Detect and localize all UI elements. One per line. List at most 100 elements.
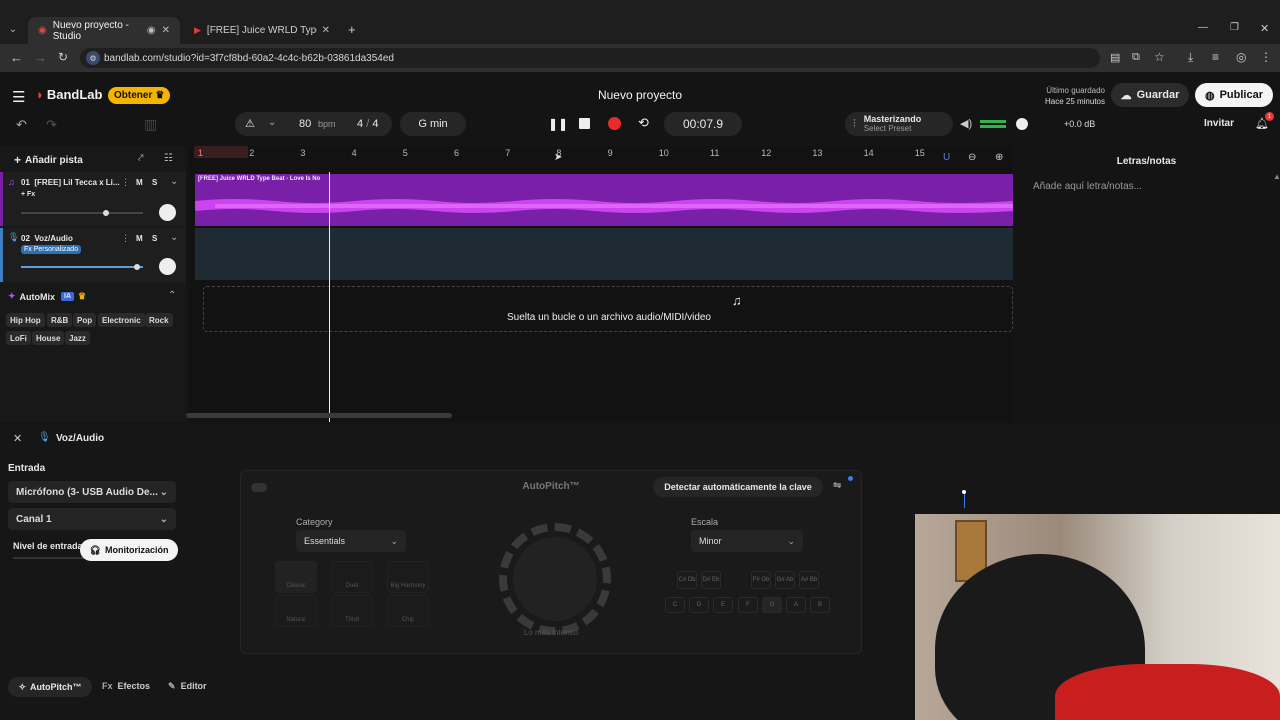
- tab-close-icon[interactable]: ✕: [322, 25, 330, 36]
- loop-icon[interactable]: ⟲: [638, 115, 649, 131]
- scale-select[interactable]: Minor ⌄: [691, 530, 803, 552]
- track-row-1[interactable]: ♫ 01 [FREE] Lil Tecca x Li... ⋮ M S ⌄ + …: [0, 172, 186, 226]
- audio-clip-beat[interactable]: [FREE] Juice WRLD Type Beat - Love Is No: [195, 174, 1013, 226]
- bpm-value[interactable]: 80: [299, 118, 311, 130]
- effect-big-harmony[interactable]: Big Harmony: [387, 561, 429, 593]
- piano-key[interactable]: G: [762, 597, 782, 613]
- track-volume-slider[interactable]: [21, 210, 143, 216]
- volume-handle[interactable]: [133, 264, 140, 270]
- horizontal-scrollbar[interactable]: [186, 413, 452, 418]
- sliders-icon[interactable]: ⇋: [833, 480, 841, 491]
- zoom-in-icon[interactable]: ⊕: [995, 152, 1003, 163]
- master-volume-slider[interactable]: [980, 118, 1042, 130]
- chevron-down-icon[interactable]: ⌄: [268, 117, 276, 128]
- time-signature[interactable]: 4 / 4: [357, 118, 378, 130]
- key-selector[interactable]: G min: [400, 112, 466, 136]
- tab-search-icon[interactable]: ⌄: [6, 22, 20, 36]
- download-icon[interactable]: ⤓: [1188, 50, 1193, 65]
- piano-key[interactable]: A: [786, 597, 806, 613]
- track-menu-icon[interactable]: ⋮: [121, 177, 130, 188]
- site-info-icon[interactable]: ⚙: [86, 51, 100, 65]
- menu-kebab-icon[interactable]: ⋮: [1260, 50, 1272, 64]
- tab-studio[interactable]: ◉ Nuevo proyecto - Studio ◉ ✕: [28, 17, 180, 44]
- mixer-icon[interactable]: ▥: [144, 116, 157, 133]
- category-select[interactable]: Essentials ⌄: [296, 530, 406, 552]
- genre-chip[interactable]: LoFi: [6, 331, 31, 345]
- tab-youtube[interactable]: ▶ [FREE] Juice WRLD Type Beat - ✕: [184, 17, 340, 44]
- automix-header[interactable]: ✦ AutoMix IA ♛: [8, 291, 86, 302]
- mute-button[interactable]: M: [136, 234, 143, 243]
- volume-handle[interactable]: [1016, 118, 1028, 130]
- effect-chip[interactable]: Chip: [387, 595, 429, 627]
- solo-button[interactable]: S: [152, 178, 157, 187]
- redo-icon[interactable]: ↷: [46, 117, 57, 133]
- timeline-ruler[interactable]: 1 2 3 4 5 6 7 8 9 10 11 12 13 14 15: [194, 144, 1013, 158]
- new-tab-icon[interactable]: +: [348, 22, 356, 37]
- tab-close-icon[interactable]: ✕: [162, 25, 170, 36]
- add-track-button[interactable]: + Añadir pista: [14, 153, 83, 167]
- track-menu-icon[interactable]: ⋮: [121, 233, 130, 244]
- effect-classic[interactable]: Classic: [275, 561, 317, 593]
- open-app-icon[interactable]: ⧉: [1132, 51, 1140, 64]
- effect-natural[interactable]: Natural: [275, 595, 317, 627]
- back-icon[interactable]: ←: [10, 50, 23, 65]
- invite-button[interactable]: Invitar: [1204, 118, 1234, 129]
- genre-chip[interactable]: R&B: [47, 313, 73, 327]
- effect-duet[interactable]: Duet: [331, 561, 373, 593]
- piano-key[interactable]: B: [810, 597, 830, 613]
- genre-chip[interactable]: Pop: [73, 313, 97, 327]
- hamburger-menu-icon[interactable]: ☰: [12, 88, 25, 106]
- piano-key[interactable]: E: [713, 597, 733, 613]
- piano-key[interactable]: C: [665, 597, 685, 613]
- mute-button[interactable]: M: [136, 178, 143, 187]
- piano-key[interactable]: A# Bb: [799, 571, 819, 589]
- profile-icon[interactable]: ◎: [1236, 50, 1246, 64]
- url-field[interactable]: ⚙ bandlab.com/studio?id=3f7cf8bd-60a2-4c…: [80, 48, 1100, 68]
- track-volume-slider[interactable]: [21, 264, 143, 270]
- snap-magnet-icon[interactable]: U: [943, 152, 950, 163]
- pan-knob[interactable]: [159, 204, 176, 221]
- piano-key[interactable]: F# Gb: [751, 571, 771, 589]
- pause-icon[interactable]: ❚❚: [548, 117, 568, 131]
- window-close-icon[interactable]: ✕: [1260, 22, 1269, 35]
- chevron-up-icon[interactable]: ⌃: [168, 290, 176, 301]
- drop-zone[interactable]: ♫ Suelta un bucle o un archivo audio/MID…: [203, 286, 1013, 332]
- playlist-icon[interactable]: ≡: [1212, 50, 1219, 64]
- piano-key[interactable]: D# Eb: [701, 571, 721, 589]
- undo-icon[interactable]: ↶: [16, 117, 27, 133]
- publish-button[interactable]: ◍ Publicar: [1195, 83, 1273, 107]
- monitoring-button[interactable]: 🎧︎ Monitorización: [80, 539, 178, 561]
- record-icon[interactable]: [608, 117, 621, 130]
- piano-key[interactable]: D: [689, 597, 709, 613]
- project-title[interactable]: Nuevo proyecto: [540, 88, 740, 102]
- pan-knob[interactable]: [159, 258, 176, 275]
- effect-third[interactable]: Third: [331, 595, 373, 627]
- piano-key[interactable]: G# Ab: [775, 571, 795, 589]
- reader-icon[interactable]: ▤: [1110, 51, 1120, 64]
- track-row-2[interactable]: 🎙︎ 02 Voz/Audio ⋮ M S ⌄ Fx Personalizado: [0, 228, 186, 282]
- solo-button[interactable]: S: [152, 234, 157, 243]
- close-panel-icon[interactable]: ✕: [13, 432, 22, 445]
- minimize-icon[interactable]: —: [1198, 22, 1208, 33]
- genre-chip[interactable]: Hip Hop: [6, 313, 45, 327]
- upgrade-button[interactable]: Obtener ♛: [108, 87, 171, 104]
- automation-icon[interactable]: ⤤: [138, 153, 144, 164]
- save-button[interactable]: ☁ Guardar: [1111, 83, 1189, 107]
- tab-editor[interactable]: ✎ Editor: [168, 681, 207, 692]
- playhead[interactable]: [329, 172, 330, 422]
- volume-handle[interactable]: [103, 210, 110, 216]
- channel-select[interactable]: Canal 1 ⌄: [8, 508, 176, 530]
- piano-key[interactable]: C# Db: [677, 571, 697, 589]
- tab-effects[interactable]: Fx Efectos: [102, 681, 150, 691]
- piano-key[interactable]: F: [738, 597, 758, 613]
- vocal-track-lane[interactable]: [195, 228, 1013, 280]
- zoom-out-icon[interactable]: ⊖: [968, 152, 976, 163]
- detect-key-button[interactable]: Detectar automáticamente la clave: [653, 477, 823, 497]
- speaker-mute-icon[interactable]: ◀): [960, 117, 972, 130]
- reload-icon[interactable]: ↻: [58, 50, 68, 64]
- genre-chip[interactable]: Electronic: [98, 313, 145, 327]
- autopitch-toggle[interactable]: [251, 483, 267, 492]
- scroll-up-icon[interactable]: ▲: [1273, 172, 1280, 181]
- metronome-icon[interactable]: ⚠: [245, 117, 255, 130]
- genre-chip[interactable]: Rock: [145, 313, 173, 327]
